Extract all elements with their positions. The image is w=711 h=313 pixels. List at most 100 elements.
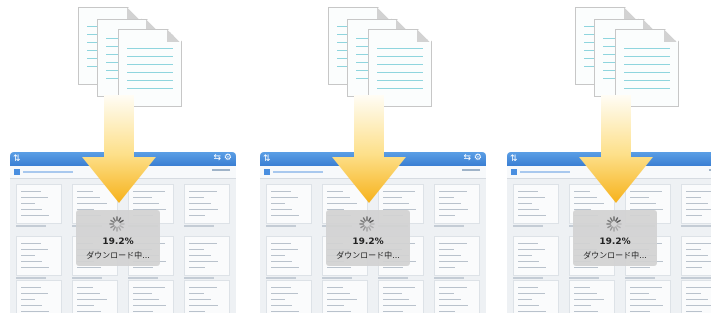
spinner-spoke [118,226,122,231]
thumbnail-text-line [439,209,468,210]
thumbnail-text-line [686,191,711,192]
breadcrumb[interactable] [273,171,323,173]
loading-spinner-icon [109,216,125,232]
thumbnail-caption [184,225,214,227]
thumbnail-text-line [439,261,468,262]
document-thumbnail[interactable] [434,184,480,224]
thumbnail-text-line [439,305,468,306]
sort-icon[interactable] [212,169,230,176]
thumbnail-text-line [21,287,41,288]
thumbnail-text-line [686,197,701,198]
document-thumbnail[interactable] [266,184,312,224]
thumbnail-text-line [21,305,42,306]
thumbnail-text-line [686,243,711,244]
document-thumbnail[interactable] [681,184,711,224]
document-thumbnail[interactable] [72,280,118,313]
document-thumbnail[interactable] [322,280,368,313]
thumbnail-caption [184,277,214,279]
download-panel-3: ⇅ ⇆ ⚙ 19.2% ダウンロード中... [497,0,711,313]
thumbnail-text-line [439,243,467,244]
thumbnail-text-line [189,191,217,192]
breadcrumb[interactable] [520,171,570,173]
thumbnail-text-line [77,293,100,294]
thumbnail-text-line [21,249,48,250]
thumbnail-text-line [686,261,711,262]
thumbnail-text-line [189,293,204,294]
thumbnail-text-line [518,243,538,244]
thumbnail-text-line [630,311,650,312]
spinner-spoke [607,225,612,229]
breadcrumb[interactable] [23,171,73,173]
thumbnail-text-line [21,311,49,312]
document-thumbnail[interactable] [184,280,230,313]
thumbnail-text-line [327,293,350,294]
thumbnail-text-line [271,243,291,244]
thumbnail-text-line [77,267,101,268]
thumbnail-text-line [383,287,415,288]
spinner-spoke [110,219,115,223]
document-thumbnail[interactable] [434,280,480,313]
thumbnail-text-line [439,287,467,288]
thumbnail-text-line [518,287,538,288]
document-thumbnail[interactable] [266,280,312,313]
document-thumbnail[interactable] [128,280,174,313]
menu-icon[interactable]: ⇅ [13,154,21,164]
thumbnail-text-line [518,299,532,300]
document-thumbnail[interactable] [513,184,559,224]
thumbnail-text-line [686,311,702,312]
thumbnail-text-line [518,293,545,294]
document-thumbnail[interactable] [184,236,230,276]
folder-icon[interactable] [14,169,20,175]
document-thumbnail[interactable] [513,280,559,313]
thumbnail-text-line [574,293,597,294]
download-panel-1: ⇅ ⇆ ⚙ 19.2% ダウンロード中... [0,0,236,313]
document-thumbnail[interactable] [184,184,230,224]
folder-icon[interactable] [264,169,270,175]
thumbnail-text-line [439,197,454,198]
spinner-spoke [110,225,115,229]
thumbnail-text-line [630,299,656,300]
thumbnail-text-line [21,203,35,204]
thumbnail-text-line [518,261,539,262]
thumbnail-text-line [327,287,343,288]
thumbnail-text-line [630,267,650,268]
document-thumbnail[interactable] [266,236,312,276]
document-thumbnail[interactable] [16,236,62,276]
sort-icon[interactable] [462,169,480,176]
document-thumbnail[interactable] [681,280,711,313]
progress-percent: 19.2% [352,237,384,247]
menu-icon[interactable]: ⇅ [510,154,518,164]
thumbnail-text-line [189,249,204,250]
document-thumbnail[interactable] [16,184,62,224]
thumbnail-text-line [271,197,298,198]
thumbnail-text-line [630,293,649,294]
document-thumbnail[interactable] [625,280,671,313]
thumbnail-text-line [271,267,299,268]
document-thumbnail[interactable] [513,236,559,276]
spinner-spoke [369,225,374,229]
thumbnail-text-line [271,261,292,262]
document-thumbnail[interactable] [378,280,424,313]
document-thumbnail[interactable] [569,280,615,313]
thumbnail-text-line [21,299,35,300]
document-thumbnail[interactable] [16,280,62,313]
spinner-spoke [112,226,116,231]
thumbnail-text-line [271,255,285,256]
thumbnail-text-line [271,287,291,288]
thumbnail-text-line [21,209,42,210]
document-thumbnail[interactable] [434,236,480,276]
thumbnail-caption [72,277,102,279]
thumbnail-caption [681,277,711,279]
thumbnail-text-line [133,267,153,268]
thumbnail-caption [378,277,408,279]
folder-icon[interactable] [511,169,517,175]
toolbar-actions-icon[interactable]: ⇆ ⚙ [214,153,232,163]
menu-icon[interactable]: ⇅ [263,154,271,164]
document-thumbnail[interactable] [681,236,711,276]
thumbnail-caption [513,225,543,227]
spinner-spoke [360,225,365,229]
toolbar-actions-icon[interactable]: ⇆ ⚙ [464,153,482,163]
thumbnail-caption [681,225,711,227]
thumbnail-caption [513,277,543,279]
thumbnail-text-line [686,249,701,250]
